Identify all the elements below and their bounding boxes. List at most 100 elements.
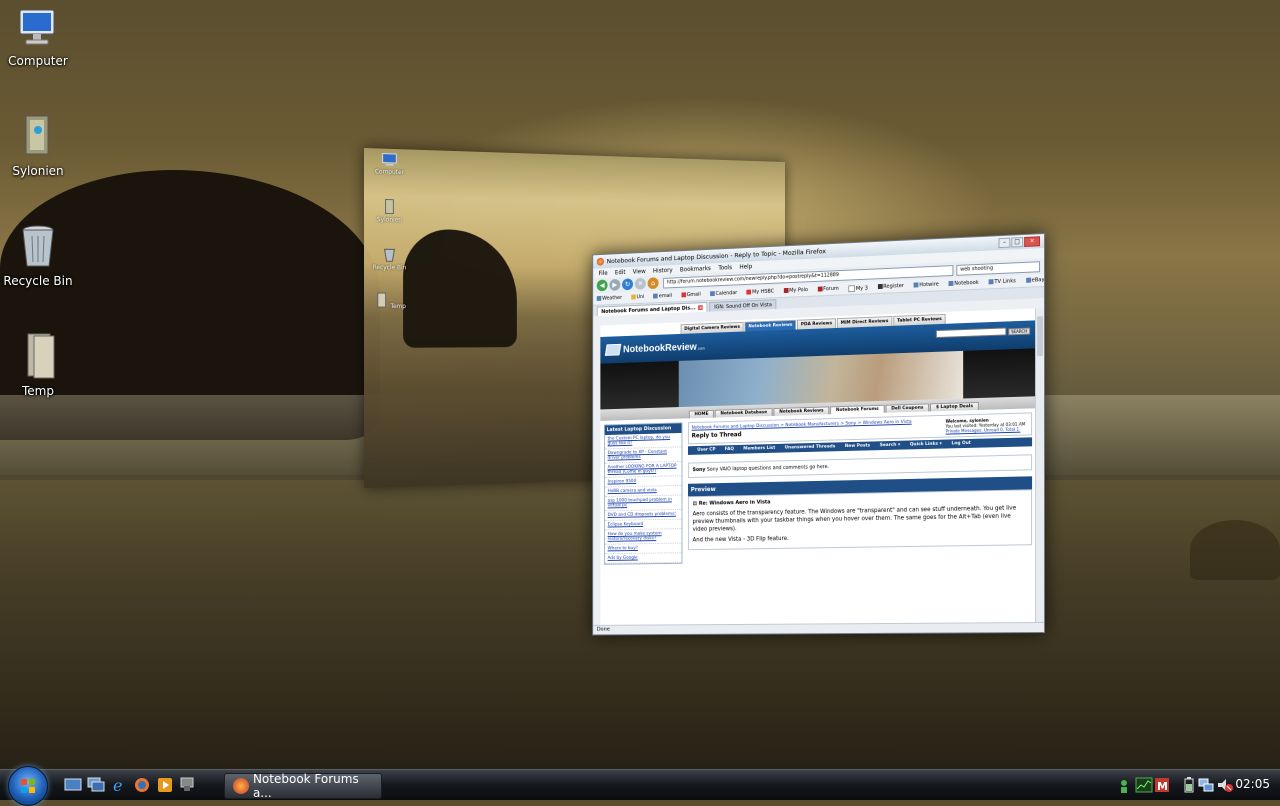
sidebar-link[interactable]: asp 1000 touchpad problem in virtual pc	[604, 495, 682, 512]
bookmark-item[interactable]: My 3	[848, 284, 872, 292]
forum-description: Sony VAIO laptop questions and comments …	[706, 464, 830, 473]
nav-home[interactable]: HOME	[688, 409, 714, 419]
clock[interactable]: 02:05	[1235, 777, 1270, 791]
tab-ign[interactable]: IGN: Sound Off On Vista	[709, 299, 777, 312]
bookmark-item[interactable]: Gmail	[681, 292, 705, 299]
page-scrollbar[interactable]	[1035, 308, 1045, 623]
subnav-log-out[interactable]: Log Out	[951, 441, 970, 446]
bookmark-item[interactable]: Forum	[817, 286, 843, 293]
media-player-icon[interactable]	[156, 776, 174, 794]
bookmark-item[interactable]: Calendar	[709, 290, 742, 297]
bookmark-item[interactable]: My Polo	[783, 287, 813, 294]
bookmark-label: Notebook	[954, 279, 979, 287]
preview-rock	[403, 228, 517, 348]
cpu-monitor-icon[interactable]	[1135, 775, 1153, 795]
internet-explorer-icon[interactable]: e	[110, 776, 128, 794]
svg-text:M: M	[1157, 780, 1168, 793]
volume-muted-icon[interactable]	[1216, 775, 1234, 795]
banner-photo	[678, 350, 964, 408]
bookmark-item[interactable]: Weather	[596, 295, 627, 302]
bookmark-item[interactable]: Uni	[631, 294, 649, 300]
reload-button[interactable]: ↻	[622, 278, 634, 291]
bookmark-item[interactable]: Notebook	[948, 280, 983, 287]
page-viewport[interactable]: Digital Camera Reviews Notebook Reviews …	[600, 308, 1037, 625]
bookmark-item[interactable]: eBay	[1025, 277, 1045, 284]
network-icon[interactable]	[1198, 775, 1214, 795]
subnav-quick-links[interactable]: Quick Links ▾	[910, 442, 942, 448]
subnav-members-list[interactable]: Members List	[743, 446, 775, 452]
bookmark-item[interactable]: Hotwire	[913, 281, 943, 288]
menu-file[interactable]: File	[599, 269, 608, 276]
bookmark-item[interactable]: TV Links	[988, 278, 1020, 285]
close-button[interactable]: ×	[1024, 236, 1041, 247]
bookmark-label: email	[658, 292, 673, 300]
search-box[interactable]: web shooting	[956, 260, 1041, 276]
bookmark-label: My 3	[855, 285, 868, 292]
menu-help[interactable]: Help	[739, 263, 752, 270]
preview-icon-label: Computer	[374, 168, 404, 177]
window-controls: – □ ×	[998, 236, 1041, 249]
menu-history[interactable]: History	[653, 266, 673, 274]
desktop-icon-label: Temp	[22, 384, 54, 398]
firefox-window[interactable]: Notebook Forums and Laptop Discussion - …	[592, 233, 1045, 636]
show-desktop-icon[interactable]	[64, 776, 82, 794]
switch-windows-icon[interactable]	[87, 776, 105, 794]
menu-view[interactable]: View	[633, 268, 646, 275]
sidebar-link[interactable]: Ads by Google	[604, 553, 682, 564]
nav-dell-coupons[interactable]: Dell Coupons	[885, 403, 930, 413]
start-button[interactable]	[8, 766, 48, 806]
firefox-icon	[233, 778, 249, 794]
site-search-input[interactable]	[935, 327, 1007, 339]
nav-notebook-forums[interactable]: Notebook Forums	[830, 404, 885, 415]
minimize-button[interactable]: –	[998, 237, 1011, 249]
firefox-icon[interactable]	[133, 776, 151, 794]
subnav-user-cp[interactable]: User CP	[697, 447, 715, 452]
site-logo[interactable]: NotebookReview.com	[623, 341, 705, 354]
menu-edit[interactable]: Edit	[615, 269, 626, 276]
flip3d-icon[interactable]	[179, 776, 197, 794]
stop-button[interactable]: ✕	[634, 277, 646, 290]
desktop-icon-temp[interactable]: Temp	[0, 332, 76, 398]
task-label: Notebook Forums a...	[252, 772, 359, 800]
nav-laptop-deals[interactable]: $ Laptop Deals	[930, 401, 979, 412]
menu-tools[interactable]: Tools	[718, 264, 732, 271]
maximize-button[interactable]: □	[1011, 237, 1024, 248]
home-button[interactable]: ⌂	[647, 277, 659, 290]
sidebar-link[interactable]: How do you make system restore/recovery …	[604, 529, 682, 545]
bookmark-label: eBay	[1031, 277, 1045, 284]
scrollbar-thumb[interactable]	[1037, 316, 1044, 357]
page-content: Latest Laptop Discussion the Custom PC l…	[600, 408, 1036, 568]
post-title-text: Re: Windows Aero in Vista	[698, 499, 771, 507]
bookmark-label: Uni	[636, 294, 645, 301]
bookmark-item[interactable]: My HSBC	[746, 288, 779, 295]
forward-button[interactable]: ▶	[609, 278, 621, 291]
site-logo-suffix: .com	[696, 345, 705, 351]
close-tab-icon[interactable]: ×	[698, 305, 704, 311]
preview-icon-label: Sylonien	[376, 216, 402, 224]
desktop-icon-label: Sylonien	[12, 164, 64, 178]
forum-name: Sony	[692, 467, 706, 474]
mcafee-icon[interactable]: M	[1154, 775, 1170, 795]
taskbar-item-firefox[interactable]: Notebook Forums a...	[224, 772, 382, 800]
subnav-search[interactable]: Search ▾	[880, 443, 900, 448]
network-users-icon[interactable]	[1118, 775, 1134, 795]
battery-icon[interactable]	[1183, 775, 1195, 795]
subnav-new-posts[interactable]: New Posts	[845, 443, 870, 449]
site-search: SEARCH	[935, 327, 1031, 339]
desktop-icon-recycle-bin[interactable]: Recycle Bin	[0, 222, 76, 288]
tab-label: IGN: Sound Off On Vista	[714, 301, 772, 310]
bookmark-item[interactable]: email	[653, 293, 676, 300]
computer-icon	[19, 9, 55, 45]
desktop-icon-computer[interactable]: Computer	[0, 6, 76, 68]
desktop-icon-sylonien[interactable]: Sylonien	[0, 112, 76, 178]
private-messages-link[interactable]: Private Messages: Unread 0, Total 1.	[946, 427, 1021, 434]
bookmark-item[interactable]: Register	[877, 283, 908, 290]
site-search-button[interactable]: SEARCH	[1008, 327, 1031, 335]
subnav-faq[interactable]: FAQ	[725, 447, 734, 452]
menu-bookmarks[interactable]: Bookmarks	[680, 265, 711, 273]
subnav-unanswered[interactable]: Unanswered Threads	[785, 444, 836, 450]
desktop: Computer Sylonien Recycle Bin Temp Compu…	[0, 0, 1280, 770]
nav-notebook-reviews[interactable]: Notebook Reviews	[773, 406, 830, 416]
tab-notebook-forums[interactable]: Notebook Forums and Laptop Dis... ×	[596, 302, 708, 317]
back-button[interactable]: ◀	[596, 279, 608, 292]
